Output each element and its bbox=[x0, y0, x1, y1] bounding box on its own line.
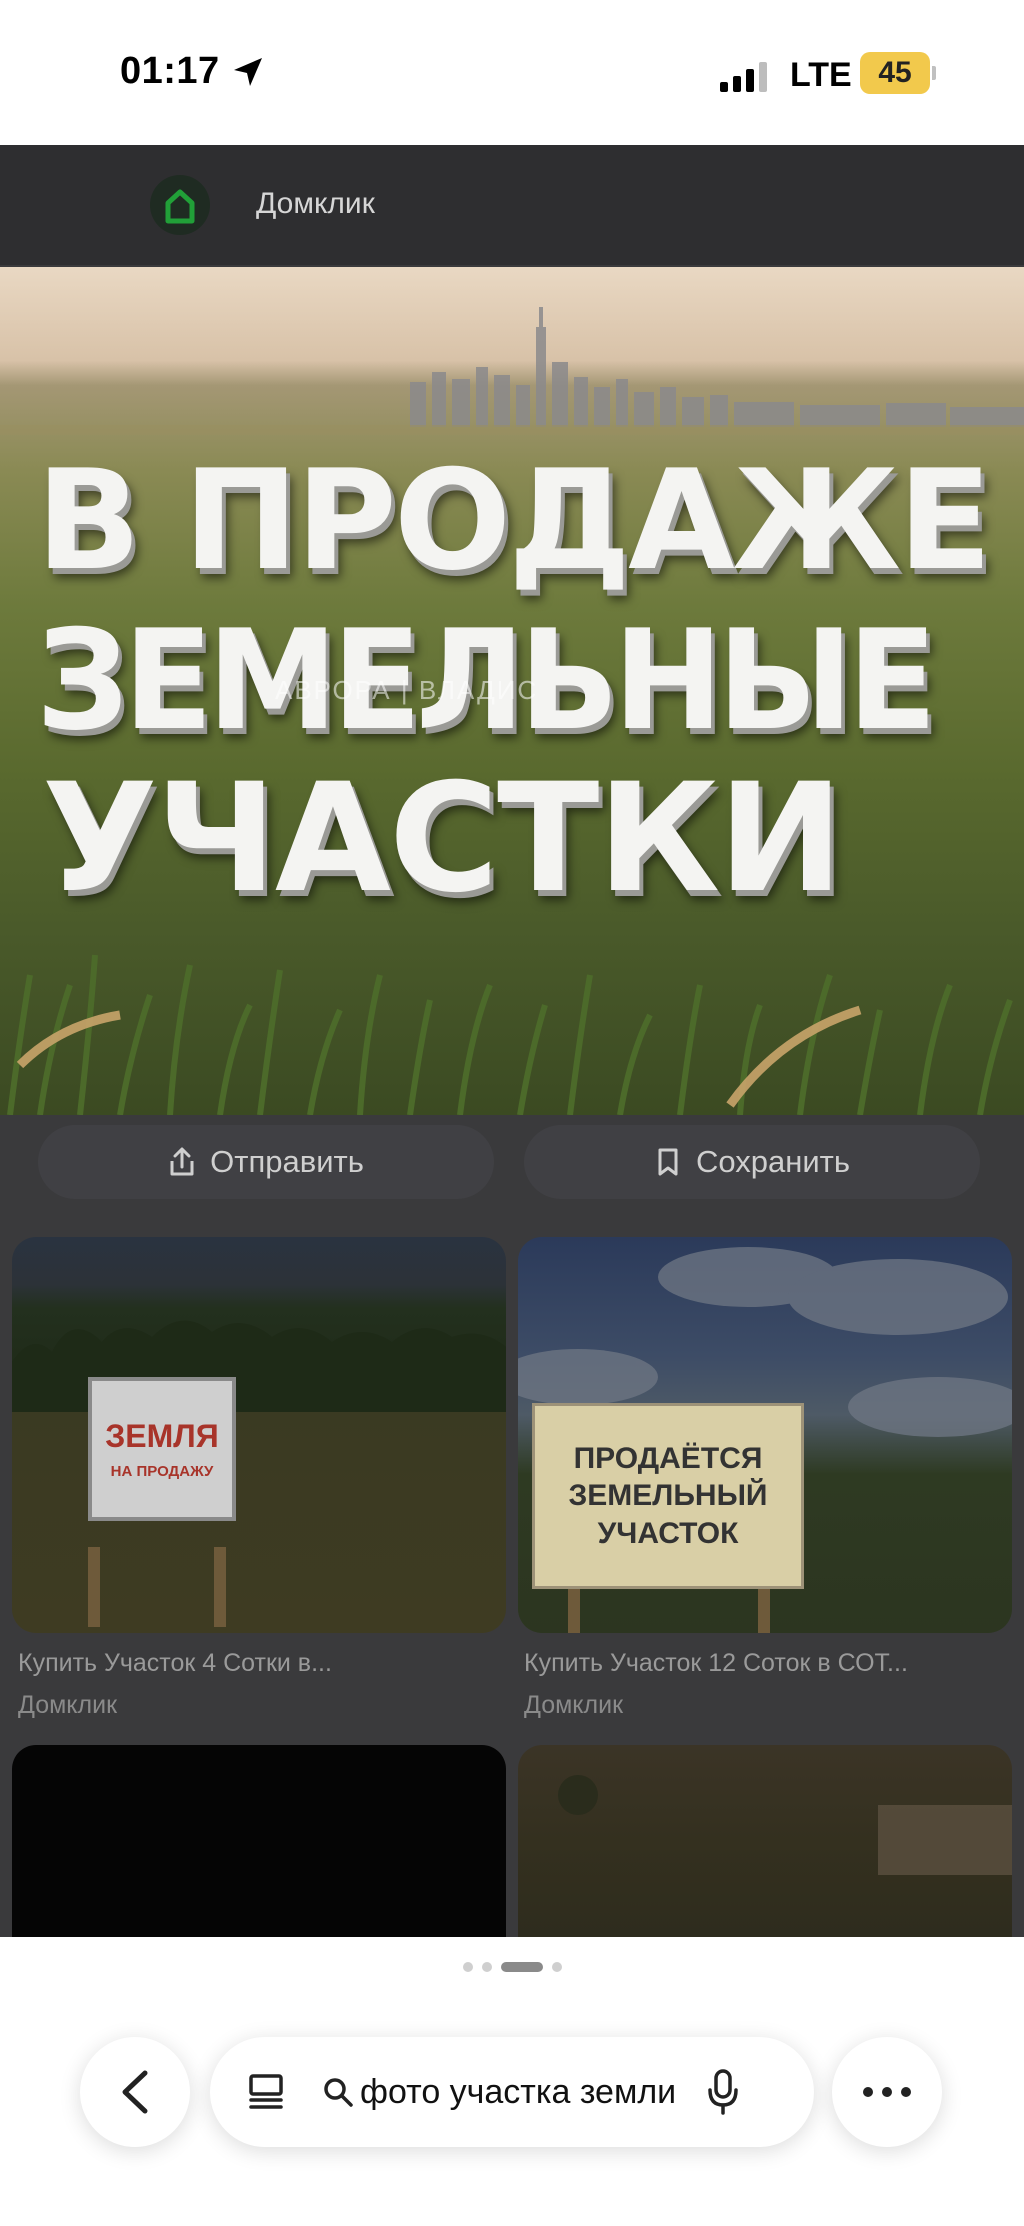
hero-image[interactable]: В ПРОДАЖЕ ЗЕМЕЛЬНЫЕ УЧАСТКИ АВРОРА | ВЛА… bbox=[0, 267, 1024, 1115]
image-source-name: Домклик bbox=[256, 187, 375, 220]
land-sale-sign: ЗЕМЛЯ НА ПРОДАЖУ bbox=[88, 1377, 236, 1521]
wheat-foreground bbox=[7, 954, 1013, 1115]
page-dot bbox=[481, 1962, 492, 1972]
share-label: Отправить bbox=[210, 1144, 364, 1179]
sign-text-main: ЗЕМЛЯ bbox=[105, 1418, 219, 1454]
result-card-3-image[interactable] bbox=[12, 1745, 506, 1937]
status-bar: 01:17 LTE 45 bbox=[0, 0, 1024, 145]
chevron-left-icon bbox=[122, 2070, 148, 2114]
tree bbox=[558, 1775, 598, 1815]
result-card-1-source: Домклик bbox=[18, 1691, 118, 1719]
image-source-bar[interactable]: Домклик bbox=[0, 145, 1024, 265]
home-icon bbox=[150, 175, 210, 235]
sign-text-line-3: УЧАСТОК bbox=[597, 1516, 739, 1550]
bookmark-icon bbox=[658, 1148, 678, 1176]
sign-text-line-2: ЗЕМЕЛЬНЫЙ bbox=[568, 1479, 768, 1513]
location-arrow-icon bbox=[234, 58, 262, 86]
result-card-4-image[interactable] bbox=[518, 1745, 1012, 1937]
save-button[interactable]: Сохранить bbox=[524, 1125, 980, 1199]
result-card-1-image[interactable]: ЗЕМЛЯ НА ПРОДАЖУ bbox=[12, 1237, 506, 1633]
result-card-2-title[interactable]: Купить Участок 12 Соток в СОТ... bbox=[524, 1649, 1004, 1678]
microphone-icon[interactable] bbox=[706, 2068, 740, 2116]
sign-post bbox=[88, 1547, 100, 1627]
save-label: Сохранить bbox=[695, 1144, 851, 1179]
page-dot-active bbox=[500, 1962, 543, 1972]
battery-tip bbox=[932, 66, 936, 80]
sign-text-sub: НА ПРОДАЖУ bbox=[110, 1463, 214, 1480]
sign-post bbox=[214, 1547, 226, 1627]
search-icon bbox=[324, 2078, 353, 2107]
page-dot bbox=[462, 1962, 473, 1972]
more-icon bbox=[863, 2087, 911, 2097]
battery-level: 45 bbox=[860, 52, 930, 94]
cellular-signal-icon bbox=[720, 60, 767, 92]
result-card-2-image[interactable]: ПРОДАЁТСЯ ЗЕМЕЛЬНЫЙ УЧАСТОК bbox=[518, 1237, 1012, 1633]
search-query[interactable]: фото участка земли bbox=[360, 2073, 676, 2112]
browser-bottom-bar: фото участка земли bbox=[0, 2000, 1024, 2226]
page-indicator bbox=[0, 1937, 1024, 1997]
status-time: 01:17 bbox=[120, 50, 220, 92]
back-button[interactable] bbox=[80, 2037, 190, 2147]
hero-line-3: УЧАСТКИ bbox=[42, 752, 844, 926]
search-bar[interactable]: фото участка земли bbox=[210, 2037, 814, 2147]
tabs-icon[interactable] bbox=[246, 2072, 286, 2112]
tree-line bbox=[12, 1320, 506, 1412]
more-button[interactable] bbox=[832, 2037, 942, 2147]
image-actions: Отправить Сохранить bbox=[0, 1115, 1024, 1205]
hero-line-1: В ПРОДАЖЕ bbox=[36, 440, 992, 601]
image-watermark: АВРОРА | ВЛАДИС bbox=[275, 675, 539, 705]
sign-text-line-1: ПРОДАЁТСЯ bbox=[573, 1441, 763, 1475]
result-card-1-title[interactable]: Купить Участок 4 Сотки в... bbox=[18, 1649, 498, 1678]
share-icon bbox=[170, 1147, 194, 1176]
share-button[interactable]: Отправить bbox=[38, 1125, 494, 1199]
network-type: LTE bbox=[790, 56, 852, 94]
image-viewer: Домклик В ПРОДАЖЕ ЗЕМЕЛЬНЫЕ УЧАСТКИ АВРО… bbox=[0, 145, 1024, 1937]
fence bbox=[878, 1805, 1012, 1875]
plot-sale-sign: ПРОДАЁТСЯ ЗЕМЕЛЬНЫЙ УЧАСТОК bbox=[532, 1403, 804, 1589]
result-card-2-source: Домклик bbox=[524, 1691, 624, 1719]
city-skyline bbox=[0, 307, 1024, 435]
page-dot bbox=[551, 1962, 562, 1972]
